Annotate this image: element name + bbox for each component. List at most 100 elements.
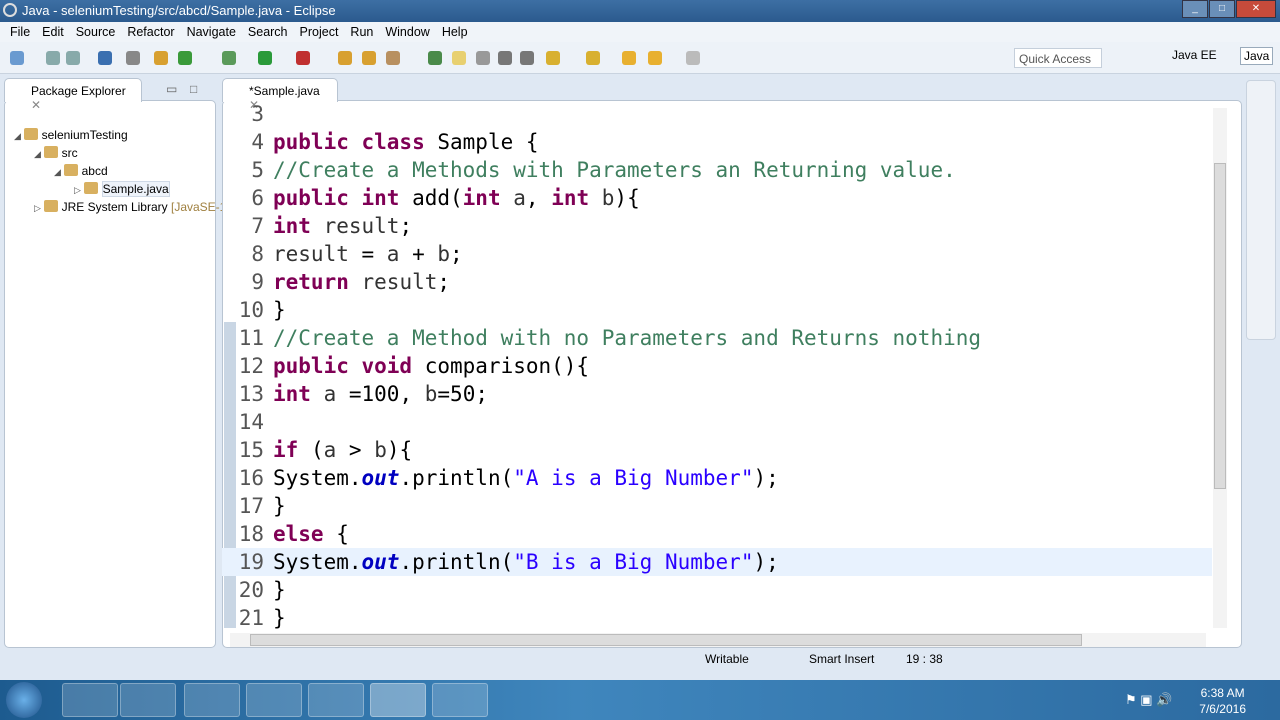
- minimize-icon[interactable]: ▭: [166, 82, 177, 96]
- code-line[interactable]: 18 else {: [222, 520, 1212, 548]
- tree-item[interactable]: ◢ abcd: [54, 164, 108, 178]
- code-token: out: [361, 466, 400, 490]
- code-token: result: [361, 270, 438, 294]
- code-token: );: [753, 466, 779, 490]
- taskbar-firefox-icon[interactable]: [184, 683, 240, 717]
- toolbar-button-icon[interactable]: [452, 51, 466, 65]
- toolbar-button-icon[interactable]: [546, 51, 560, 65]
- toolbar-button-icon[interactable]: [498, 51, 512, 65]
- minimize-button[interactable]: _: [1182, 0, 1208, 18]
- toolbar-button-icon[interactable]: [98, 51, 112, 65]
- taskbar-eclipse-icon[interactable]: [370, 683, 426, 717]
- expanded-arrow-icon[interactable]: ◢: [34, 149, 41, 159]
- code-line[interactable]: 6 public int add(int a, int b){: [222, 184, 1212, 212]
- menu-run[interactable]: Run: [344, 22, 379, 42]
- toolbar-button-icon[interactable]: [622, 51, 636, 65]
- menu-file[interactable]: File: [4, 22, 36, 42]
- code-line[interactable]: 20}: [222, 576, 1212, 604]
- toolbar-button-icon[interactable]: [10, 51, 24, 65]
- toolbar-button-icon[interactable]: [154, 51, 168, 65]
- horizontal-scrollbar[interactable]: [230, 633, 1206, 647]
- perspective-java[interactable]: Java: [1240, 47, 1274, 65]
- tab-package-explorer[interactable]: Package Explorer ✕: [4, 78, 142, 112]
- toolbar-button-icon[interactable]: [362, 51, 376, 65]
- toolbar-button-icon[interactable]: [258, 51, 272, 65]
- collapsed-arrow-icon[interactable]: ▷: [34, 203, 41, 213]
- menu-window[interactable]: Window: [379, 22, 435, 42]
- taskbar-ie-icon[interactable]: [246, 683, 302, 717]
- expanded-arrow-icon[interactable]: ◢: [14, 131, 21, 141]
- toolbar-button-icon[interactable]: [178, 51, 192, 65]
- code-line[interactable]: 15 if (a > b){: [222, 436, 1212, 464]
- menu-refactor[interactable]: Refactor: [121, 22, 180, 42]
- tree-item[interactable]: ◢ src: [34, 146, 78, 160]
- line-number: 10: [238, 298, 264, 322]
- toolbar-button-icon[interactable]: [428, 51, 442, 65]
- tree-item[interactable]: ◢ seleniumTesting: [14, 128, 128, 142]
- maximize-icon[interactable]: □: [190, 82, 197, 96]
- taskbar-app-icon[interactable]: [308, 683, 364, 717]
- vertical-scrollbar[interactable]: [1213, 108, 1227, 628]
- code-line[interactable]: 21}: [222, 604, 1212, 630]
- menu-search[interactable]: Search: [242, 22, 294, 42]
- code-token: }: [273, 578, 286, 602]
- code-line[interactable]: 16 System.out.println("A is a Big Number"…: [222, 464, 1212, 492]
- code-token: }: [273, 494, 286, 518]
- toolbar-button-icon[interactable]: [46, 51, 60, 65]
- toolbar-button-icon[interactable]: [586, 51, 600, 65]
- toolbar-button-icon[interactable]: [338, 51, 352, 65]
- tree-item[interactable]: ▷ JRE System Library [JavaSE-1: [34, 200, 226, 214]
- code-line[interactable]: 9 return result;: [222, 268, 1212, 296]
- tree-item[interactable]: ▷ Sample.java: [74, 181, 170, 197]
- taskbar-notepad-icon[interactable]: [432, 683, 488, 717]
- toolbar-button-icon[interactable]: [476, 51, 490, 65]
- code-line[interactable]: 3: [222, 100, 1212, 128]
- code-editor[interactable]: 3 4 public class Sample {5 //Create a Metho…: [222, 100, 1212, 630]
- code-token: "A is a Big Number": [513, 466, 754, 490]
- menu-source[interactable]: Source: [70, 22, 122, 42]
- code-line[interactable]: 17}: [222, 492, 1212, 520]
- menu-navigate[interactable]: Navigate: [181, 22, 242, 42]
- window-title: Java - seleniumTesting/src/abcd/Sample.j…: [22, 3, 336, 18]
- menu-help[interactable]: Help: [436, 22, 474, 42]
- close-icon[interactable]: ✕: [31, 98, 41, 112]
- menu-edit[interactable]: Edit: [36, 22, 70, 42]
- close-button[interactable]: ✕: [1236, 0, 1276, 18]
- code-line[interactable]: 4 public class Sample {: [222, 128, 1212, 156]
- tab-sample-java[interactable]: *Sample.java ✕: [222, 78, 338, 112]
- menu-project[interactable]: Project: [294, 22, 345, 42]
- collapsed-arrow-icon[interactable]: ▷: [74, 185, 81, 195]
- code-line[interactable]: 8 result = a + b;: [222, 240, 1212, 268]
- code-line[interactable]: 11 //Create a Method with no Parameters a…: [222, 324, 1212, 352]
- toolbar-button-icon[interactable]: [648, 51, 662, 65]
- toolbar-button-icon[interactable]: [686, 51, 700, 65]
- code-line[interactable]: 10}: [222, 296, 1212, 324]
- code-line[interactable]: 13 int a =100, b=50;: [222, 380, 1212, 408]
- toolbar-button-icon[interactable]: [296, 51, 310, 65]
- code-line[interactable]: 14: [222, 408, 1212, 436]
- code-line[interactable]: 5 //Create a Methods with Parameters an R…: [222, 156, 1212, 184]
- line-number: 14: [238, 410, 264, 434]
- perspective-java-ee[interactable]: Java EE: [1172, 48, 1217, 62]
- clock[interactable]: 6:38 AM 7/6/2016: [1199, 685, 1246, 717]
- toolbar-button-icon[interactable]: [386, 51, 400, 65]
- code-token: ;: [399, 214, 413, 238]
- code-token: public void: [273, 354, 425, 378]
- code-line[interactable]: 19 System.out.println("B is a Big Number"…: [222, 548, 1212, 576]
- taskbar-media-player-icon[interactable]: [120, 683, 176, 717]
- code-token: =100,: [336, 382, 425, 406]
- maximize-button[interactable]: □: [1209, 0, 1235, 18]
- line-number: 3: [251, 102, 264, 126]
- tree-item-label: JRE System Library: [61, 200, 168, 214]
- code-line[interactable]: 12 public void comparison(){: [222, 352, 1212, 380]
- quick-access-input[interactable]: Quick Access: [1014, 48, 1102, 68]
- system-tray-icons[interactable]: ⚑ ▣ 🔊: [1125, 692, 1172, 708]
- toolbar-button-icon[interactable]: [222, 51, 236, 65]
- expanded-arrow-icon[interactable]: ◢: [54, 167, 61, 177]
- toolbar-button-icon[interactable]: [126, 51, 140, 65]
- code-line[interactable]: 7 int result;: [222, 212, 1212, 240]
- taskbar-explorer-icon[interactable]: [62, 683, 118, 717]
- start-button[interactable]: [6, 682, 42, 718]
- toolbar-button-icon[interactable]: [520, 51, 534, 65]
- toolbar-button-icon[interactable]: [66, 51, 80, 65]
